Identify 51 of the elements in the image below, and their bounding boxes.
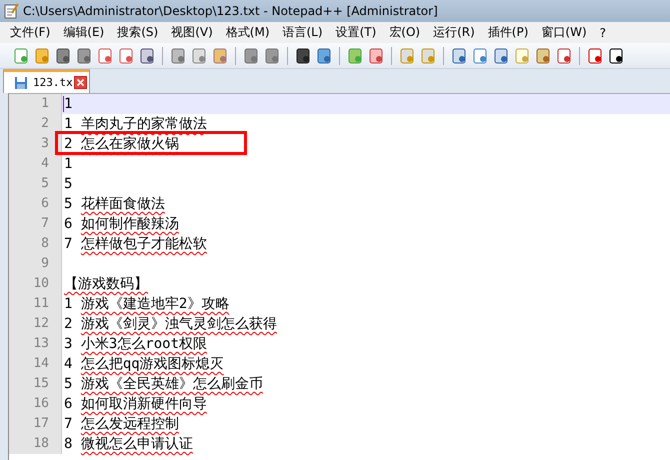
line-number: 7: [9, 214, 62, 234]
menu-item[interactable]: 搜索(S): [111, 24, 164, 41]
menu-item[interactable]: 宏(O): [383, 24, 426, 41]
text-line: 2 游戏《剑灵》浊气灵剑怎么获得: [64, 316, 277, 332]
menu-item[interactable]: 设置(T): [330, 24, 382, 41]
menu-item[interactable]: 插件(P): [482, 24, 534, 41]
line-number: 15: [9, 374, 62, 394]
line-number: 8: [9, 234, 62, 254]
text-line: 7 怎么发远程控制: [64, 416, 179, 432]
text-line: 3 小米3怎么root权限: [64, 336, 208, 352]
text-line: 4 怎么把qq游戏图标熄灭: [64, 356, 224, 372]
menu-item[interactable]: 窗口(W): [535, 24, 593, 41]
line-number: 3: [9, 134, 62, 154]
line-number: 2: [9, 114, 62, 134]
menu-item[interactable]: 视图(V): [165, 24, 219, 41]
line-number: 14: [9, 354, 62, 374]
line-number: 1: [9, 94, 62, 114]
line-number: 5: [9, 174, 62, 194]
text-line: 8 微视怎么申请认证: [64, 436, 193, 452]
text-line: 1: [64, 156, 72, 172]
menu-item[interactable]: 编辑(E): [57, 24, 110, 41]
menu-item[interactable]: 文件(F): [4, 24, 56, 41]
text-line: 1: [64, 96, 72, 112]
text-line: 6 如何制作酸辣汤: [64, 216, 179, 232]
text-line: 7 怎样做包子才能松软: [64, 236, 207, 252]
line-number: 6: [9, 194, 62, 214]
menu-item[interactable]: 格式(M): [220, 24, 276, 41]
text-line: 6 如何取消新硬件向导: [64, 396, 207, 412]
line-number: 4: [9, 154, 62, 174]
line-number: 18: [9, 434, 62, 454]
line-number: 12: [9, 314, 62, 334]
menu-item[interactable]: 运行(R): [427, 24, 481, 41]
text-line: 5 花样面食做法: [64, 196, 165, 212]
text-line: 【游戏数码】: [64, 276, 148, 292]
line-number: 9: [9, 254, 62, 274]
menu-item[interactable]: 语言(L): [276, 24, 329, 41]
line-number: 17: [9, 414, 62, 434]
notepad-icon: [3, 3, 19, 19]
text-line: 1 游戏《建造地牢2》攻略: [64, 296, 230, 312]
text-line: 5: [64, 176, 72, 192]
file-tab[interactable]: 123.tx: [3, 69, 90, 93]
line-number: 16: [9, 394, 62, 414]
window-title: C:\Users\Administrator\Desktop\123.txt - Notepad++ [Administrator]: [23, 4, 438, 18]
line-number: 11: [9, 294, 62, 314]
text-line: 2 怎么在家做火锅: [64, 136, 179, 152]
line-number: 13: [9, 334, 62, 354]
text-line: 1 羊肉丸子的家常做法: [64, 116, 207, 132]
line-number: 10: [9, 274, 62, 294]
text-line: 5 游戏《全民英雄》怎么刷金币: [64, 376, 263, 392]
close-icon[interactable]: [74, 76, 87, 89]
menu-item[interactable]: ?: [594, 26, 612, 40]
